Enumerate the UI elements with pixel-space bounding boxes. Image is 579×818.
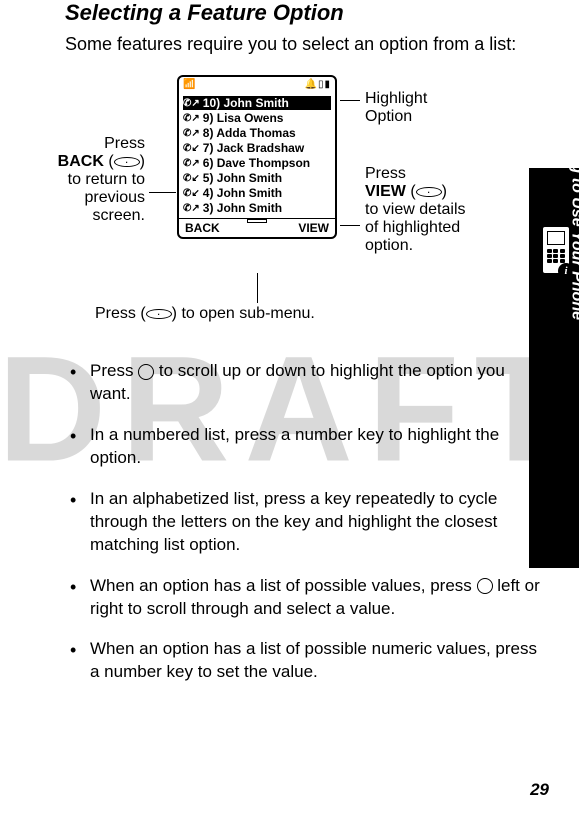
menu-key-icon [146, 309, 172, 319]
callout-text: Option [365, 108, 427, 126]
callout-back: Press BACK () to return to previous scre… [15, 135, 145, 225]
list-item: Press to scroll up or down to highlight … [65, 360, 549, 406]
softkey-right: VIEW [298, 221, 329, 235]
callout-line [340, 225, 360, 226]
page-number: 29 [530, 780, 549, 800]
callout-line [257, 273, 258, 303]
callout-key-label: BACK [58, 153, 104, 170]
list-item: ✆↙7) Jack Bradshaw [183, 141, 331, 155]
call-direction-icon: ✆↙ [183, 188, 200, 199]
list-item-label: 9) Lisa Owens [203, 111, 284, 125]
call-direction-icon: ✆↗ [183, 98, 200, 109]
list-item: ✆↗8) Adda Thomas [183, 126, 331, 140]
call-direction-icon: ✆↙ [183, 143, 200, 154]
list-item-label: 8) Adda Thomas [203, 126, 296, 140]
status-bar: 📶 🔔▯▮ [179, 77, 335, 93]
list-item-label: 4) John Smith [203, 186, 282, 200]
callout-key-label: VIEW [365, 183, 406, 200]
phone-diagram: 📶 🔔▯▮ ✆↗10) John Smith✆↗9) Lisa Owens✆↗8… [65, 75, 549, 345]
call-direction-icon: ✆↗ [183, 113, 200, 124]
list-item: In a numbered list, press a number key t… [65, 424, 549, 470]
list-item: When an option has a list of possible nu… [65, 638, 549, 684]
bullet-text: When an option has a list of possible va… [90, 576, 477, 595]
softkey-icon [416, 187, 442, 197]
softkey-left: BACK [185, 221, 220, 235]
callout-line [340, 100, 360, 101]
list-item: ✆↗6) Dave Thompson [183, 156, 331, 170]
list-item: In an alphabetized list, press a key rep… [65, 488, 549, 557]
callout-text: Press ( [95, 305, 146, 322]
list-item: ✆↗9) Lisa Owens [183, 111, 331, 125]
callout-text: option. [365, 237, 520, 255]
list-item: ✆↗10) John Smith [183, 96, 331, 110]
menu-key-indicator-icon [247, 219, 267, 223]
callout-text: ) to open sub-menu. [172, 305, 315, 322]
call-direction-icon: ✆↗ [183, 128, 200, 139]
callout-text: screen. [15, 207, 145, 225]
list-item: When an option has a list of possible va… [65, 575, 549, 621]
call-direction-icon: ✆↗ [183, 203, 200, 214]
callout-text: to return to [15, 171, 145, 189]
intro-text: Some features require you to select an o… [65, 34, 549, 55]
callout-text: previous [15, 189, 145, 207]
list-item-label: 6) Dave Thompson [203, 156, 310, 170]
list-item: ✆↙4) John Smith [183, 186, 331, 200]
callout-line [149, 192, 176, 193]
call-direction-icon: ✆↗ [183, 158, 200, 169]
nav-key-icon [477, 578, 493, 594]
bullet-text: Press [90, 361, 138, 380]
list-item-label: 7) Jack Bradshaw [203, 141, 304, 155]
list-item-label: 3) John Smith [203, 201, 282, 215]
callout-text: to view details [365, 201, 520, 219]
list-item: ✆↗3) John Smith [183, 201, 331, 215]
softkey-icon [114, 157, 140, 167]
section-running-head: Learning to Use Your Phone [567, 106, 579, 320]
nav-key-icon [138, 364, 154, 380]
battery-icon: 🔔▯▮ [305, 79, 331, 90]
callout-view: Press VIEW () to view details of highlig… [365, 165, 520, 255]
callout-text: Highlight [365, 90, 427, 108]
recent-calls-list: ✆↗10) John Smith✆↗9) Lisa Owens✆↗8) Adda… [179, 93, 335, 218]
list-item: ✆↙5) John Smith [183, 171, 331, 185]
call-direction-icon: ✆↙ [183, 173, 200, 184]
list-item-label: 5) John Smith [203, 171, 282, 185]
signal-icon: 📶 [183, 79, 195, 90]
list-item-label: 10) John Smith [203, 96, 289, 110]
instruction-list: Press to scroll up or down to highlight … [65, 360, 549, 684]
section-title: Selecting a Feature Option [65, 0, 549, 26]
phone-screen-mockup: 📶 🔔▯▮ ✆↗10) John Smith✆↗9) Lisa Owens✆↗8… [177, 75, 337, 239]
callout-highlight-option: Highlight Option [365, 90, 427, 126]
callout-text: Press [365, 165, 520, 183]
callout-submenu: Press ( ) to open sub-menu. [95, 305, 315, 323]
callout-text: Press [15, 135, 145, 153]
callout-text: of highlighted [365, 219, 520, 237]
